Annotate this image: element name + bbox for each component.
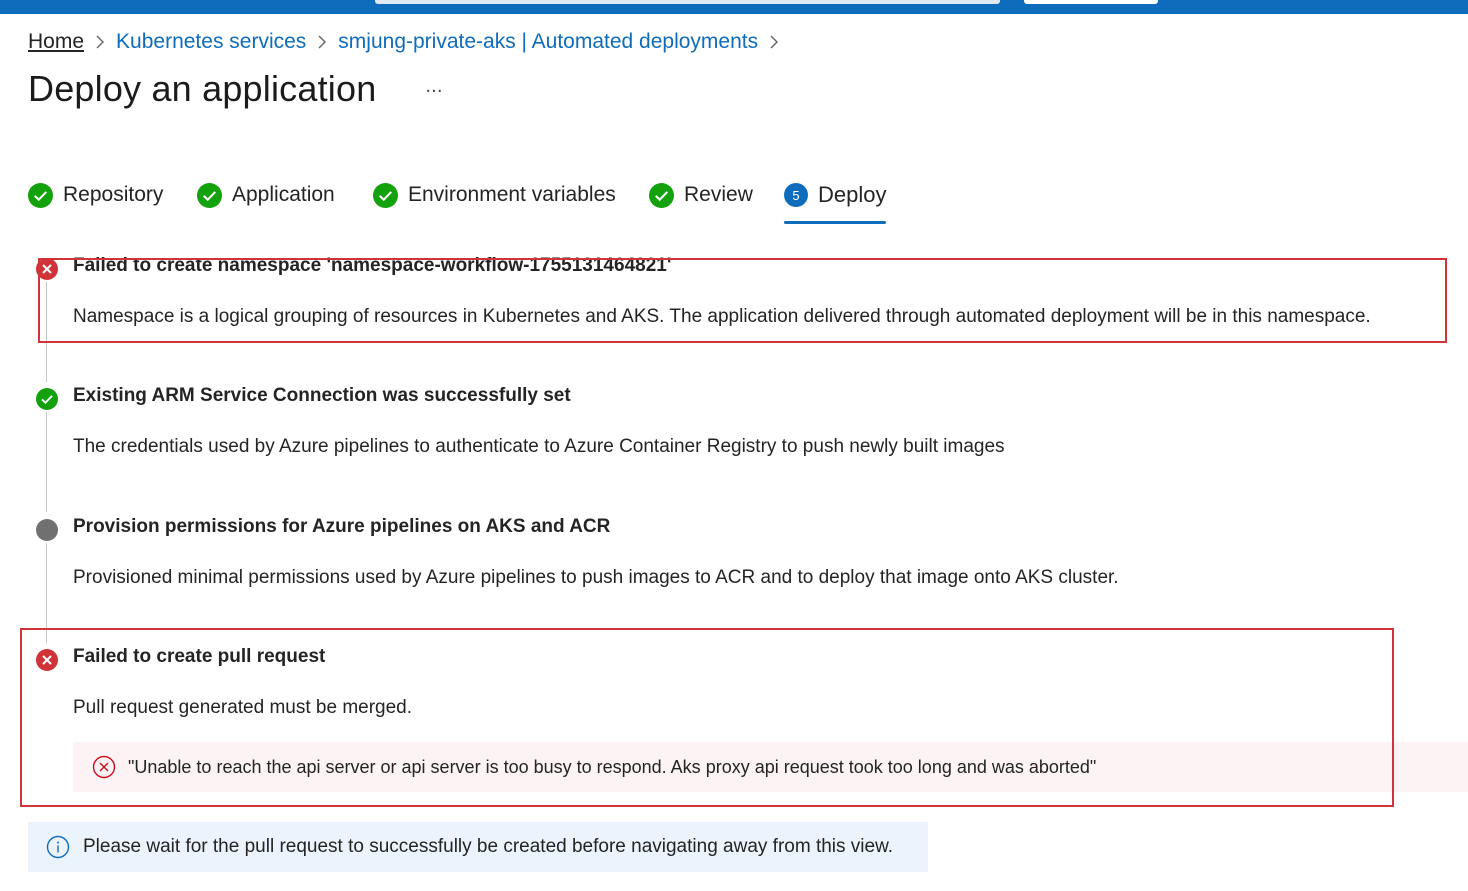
- info-message-text: Please wait for the pull request to succ…: [83, 836, 894, 857]
- breadcrumb-home-link[interactable]: Home: [28, 30, 84, 54]
- step-title: Failed to create namespace 'namespace-wo…: [73, 255, 672, 276]
- tab-label: Application: [232, 183, 335, 206]
- error-outline-icon: [92, 755, 116, 779]
- header-button[interactable]: [1024, 0, 1158, 4]
- error-message-bar: "Unable to reach the api server or api s…: [73, 742, 1468, 792]
- wizard-tabs: Repository Application Environment varia…: [28, 180, 928, 224]
- tab-environment-variables[interactable]: Environment variables: [373, 180, 616, 224]
- tab-application[interactable]: Application: [197, 180, 335, 224]
- step-title: Provision permissions for Azure pipeline…: [73, 516, 611, 537]
- breadcrumb-cluster-deployments-link[interactable]: smjung-private-aks | Automated deploymen…: [338, 30, 758, 54]
- step-connector: [46, 543, 47, 643]
- info-icon: [46, 835, 70, 859]
- tab-label: Review: [684, 183, 753, 206]
- step-description: Provisioned minimal permissions used by …: [73, 567, 1119, 588]
- error-circle-icon: [36, 649, 58, 676]
- step-description: Namespace is a logical grouping of resou…: [73, 306, 1371, 327]
- top-header-bar: [0, 0, 1468, 14]
- tab-label: Environment variables: [408, 183, 616, 206]
- breadcrumb-kubernetes-services-link[interactable]: Kubernetes services: [116, 30, 306, 54]
- info-message-bar: Please wait for the pull request to succ…: [28, 822, 928, 872]
- step-description: Pull request generated must be merged.: [73, 697, 413, 718]
- step-title: Existing ARM Service Connection was succ…: [73, 385, 571, 406]
- step-title: Failed to create pull request: [73, 646, 326, 667]
- error-message-text: "Unable to reach the api server or api s…: [128, 756, 1097, 777]
- step-connector: [46, 412, 47, 512]
- active-tab-indicator: [784, 221, 887, 224]
- check-circle-icon: [36, 388, 58, 415]
- step-connector: [46, 282, 47, 382]
- more-options-button[interactable]: ···: [418, 76, 450, 106]
- error-circle-icon: [36, 258, 58, 285]
- pending-circle-icon: [36, 519, 58, 546]
- check-circle-icon: [649, 183, 674, 213]
- chevron-right-icon: [317, 34, 327, 50]
- chevron-right-icon: [769, 34, 779, 50]
- global-search-box[interactable]: [375, 0, 1000, 4]
- tab-review[interactable]: Review: [649, 180, 753, 224]
- chevron-right-icon: [95, 34, 105, 50]
- breadcrumb: Home Kubernetes services smjung-private-…: [28, 28, 790, 56]
- check-circle-icon: [28, 183, 53, 213]
- step-number-badge: 5: [784, 183, 808, 207]
- tab-deploy[interactable]: 5 Deploy: [784, 180, 887, 224]
- tab-repository[interactable]: Repository: [28, 180, 163, 224]
- tab-label: Repository: [63, 183, 164, 206]
- tab-label: Deploy: [818, 182, 887, 207]
- page-title: Deploy an application: [28, 68, 377, 109]
- check-circle-icon: [197, 183, 222, 213]
- check-circle-icon: [373, 183, 398, 213]
- step-description: The credentials used by Azure pipelines …: [73, 436, 1005, 457]
